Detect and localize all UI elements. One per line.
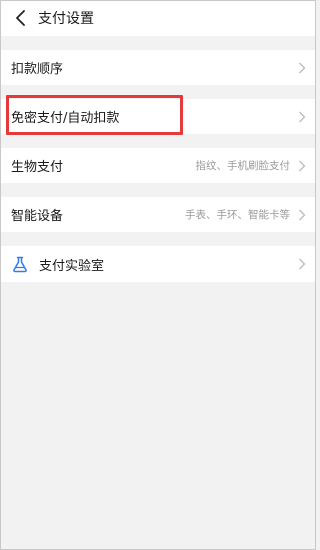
page-title: 支付设置 (38, 11, 94, 27)
row-value: 手表、手环、智能卡等 (185, 209, 290, 221)
chevron-right-icon (298, 62, 306, 74)
chevron-right-icon (298, 258, 306, 270)
settings-group-password-free: 免密支付/自动扣款 (0, 99, 316, 134)
back-button[interactable] (10, 8, 30, 28)
chevron-right-icon (298, 111, 306, 123)
row-label: 扣款顺序 (11, 62, 64, 77)
row-label: 生物支付 (11, 160, 64, 175)
row-label: 智能设备 (11, 209, 64, 224)
settings-group-biometric: 生物支付 指纹、手机刷脸支付 (0, 148, 316, 183)
settings-row-smart-devices[interactable]: 智能设备 手表、手环、智能卡等 (0, 197, 316, 232)
chevron-right-icon (298, 160, 306, 172)
settings-row-deduction-order[interactable]: 扣款顺序 (0, 50, 316, 85)
row-label: 免密支付/自动扣款 (11, 111, 120, 126)
chevron-left-icon (15, 10, 25, 26)
settings-group-payment-lab: 支付实验室 (0, 246, 316, 282)
row-label: 支付实验室 (39, 258, 105, 274)
settings-group-deduction-order: 扣款顺序 (0, 50, 316, 85)
settings-group-smart-devices: 智能设备 手表、手环、智能卡等 (0, 197, 316, 232)
settings-row-password-free-payment[interactable]: 免密支付/自动扣款 (0, 99, 316, 134)
top-bar: 支付设置 (0, 0, 316, 36)
chevron-right-icon (298, 209, 306, 221)
settings-row-biometric-payment[interactable]: 生物支付 指纹、手机刷脸支付 (0, 148, 316, 183)
settings-row-payment-lab[interactable]: 支付实验室 (0, 246, 316, 282)
row-value: 指纹、手机刷脸支付 (195, 160, 291, 172)
flask-icon (11, 255, 29, 273)
